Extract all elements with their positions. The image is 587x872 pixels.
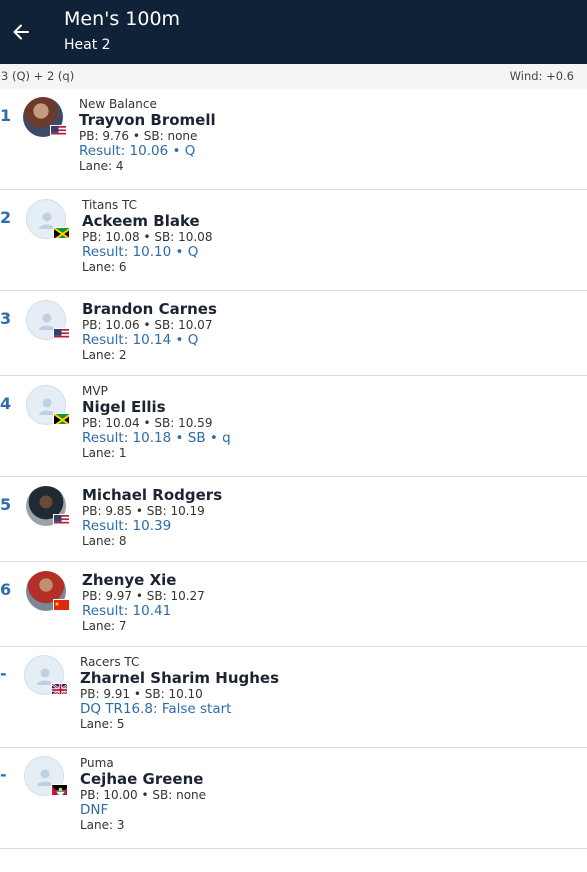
athlete-name: Zhenye Xie (82, 571, 177, 589)
results-list: 1 New Balance Trayvon Bromell PB: 9.76 •… (0, 89, 587, 849)
wind-reading: Wind: +0.6 (509, 69, 574, 83)
rank: 1 (0, 106, 12, 125)
personal-best: PB: 9.97 • SB: 10.27 (82, 589, 205, 603)
china-flag-icon (53, 599, 70, 611)
usa-flag-icon (53, 514, 70, 526)
result-text: Result: 10.10 • Q (82, 244, 199, 260)
rank: 3 (0, 309, 12, 328)
athlete-info: Zhenye Xie PB: 9.97 • SB: 10.27 Result: … (82, 571, 205, 633)
result-row[interactable]: 5 Michael Rodgers PB: 9.85 • SB: 10.19 R… (0, 477, 587, 562)
result-text: Result: 10.41 (82, 603, 172, 619)
result-text: DQ TR16.8: False start (80, 701, 232, 717)
athlete-info: New Balance Trayvon Bromell PB: 9.76 • S… (79, 97, 216, 173)
personal-best: PB: 9.76 • SB: none (79, 129, 198, 143)
athlete-name: Michael Rodgers (82, 486, 223, 504)
club-name: MVP (82, 384, 108, 398)
personal-best: PB: 10.04 • SB: 10.59 (82, 416, 213, 430)
page-subtitle: Heat 2 (64, 37, 111, 53)
athlete-name: Cejhae Greene (80, 770, 204, 788)
rank: 6 (0, 580, 12, 599)
rank: - (0, 765, 7, 784)
lane-number: Lane: 7 (82, 619, 127, 633)
result-text: Result: 10.06 • Q (79, 143, 196, 159)
rank: 5 (0, 495, 12, 514)
result-row[interactable]: 3 Brandon Carnes PB: 10.06 • SB: 10.07 R… (0, 291, 587, 376)
personal-best: PB: 10.06 • SB: 10.07 (82, 318, 213, 332)
result-text: Result: 10.14 • Q (82, 332, 199, 348)
personal-best: PB: 9.85 • SB: 10.19 (82, 504, 205, 518)
club-name: New Balance (79, 97, 157, 111)
result-row[interactable]: 2 Titans TC Ackeem Blake PB: 10.08 • SB:… (0, 190, 587, 291)
athlete-info: MVP Nigel Ellis PB: 10.04 • SB: 10.59 Re… (82, 384, 231, 460)
athlete-name: Zharnel Sharim Hughes (80, 669, 280, 687)
athlete-name: Brandon Carnes (82, 300, 217, 318)
lane-number: Lane: 2 (82, 348, 127, 362)
lane-number: Lane: 6 (82, 260, 127, 274)
personal-best: PB: 9.91 • SB: 10.10 (80, 687, 203, 701)
lane-number: Lane: 5 (80, 717, 125, 731)
result-row[interactable]: 6 Zhenye Xie PB: 9.97 • SB: 10.27 Result… (0, 562, 587, 647)
page-title: Men's 100m (64, 8, 181, 30)
club-name: Racers TC (80, 655, 140, 669)
result-text: DNF (80, 802, 109, 818)
rank: 2 (0, 208, 12, 227)
uk-flag-icon (51, 683, 68, 695)
athlete-info: Michael Rodgers PB: 9.85 • SB: 10.19 Res… (82, 486, 222, 548)
result-text: Result: 10.18 • SB • q (82, 430, 231, 446)
athlete-name: Trayvon Bromell (79, 111, 216, 129)
rank: 4 (0, 394, 12, 413)
athlete-info: Puma Cejhae Greene PB: 10.00 • SB: none … (80, 756, 206, 832)
antigua-flag-icon (51, 784, 68, 796)
qualification-rule: 3 (Q) + 2 (q) (1, 69, 75, 83)
club-name: Puma (80, 756, 114, 770)
athlete-info: Brandon Carnes PB: 10.06 • SB: 10.07 Res… (82, 300, 217, 362)
back-button[interactable] (7, 18, 35, 46)
athlete-name: Ackeem Blake (82, 212, 200, 230)
lane-number: Lane: 8 (82, 534, 127, 548)
usa-flag-icon (53, 328, 70, 340)
result-row[interactable]: 4 MVP Nigel Ellis PB: 10.04 • SB: 10.59 … (0, 376, 587, 477)
lane-number: Lane: 4 (79, 159, 124, 173)
result-row[interactable]: 1 New Balance Trayvon Bromell PB: 9.76 •… (0, 89, 587, 190)
lane-number: Lane: 3 (80, 818, 125, 832)
jamaica-flag-icon (53, 413, 70, 425)
result-row[interactable]: - Puma Cejhae Greene PB: 10.00 • SB: non… (0, 748, 587, 849)
heat-info-bar: 3 (Q) + 2 (q) Wind: +0.6 (0, 64, 587, 89)
athlete-info: Racers TC Zharnel Sharim Hughes PB: 9.91… (80, 655, 279, 731)
usa-flag-icon (50, 125, 67, 137)
athlete-info: Titans TC Ackeem Blake PB: 10.08 • SB: 1… (82, 198, 212, 274)
club-name: Titans TC (82, 198, 138, 212)
arrow-left-icon (13, 24, 29, 40)
personal-best: PB: 10.08 • SB: 10.08 (82, 230, 213, 244)
result-text: Result: 10.39 (82, 518, 172, 534)
personal-best: PB: 10.00 • SB: none (80, 788, 207, 802)
jamaica-flag-icon (53, 227, 70, 239)
app-header: Men's 100m Heat 2 (0, 0, 587, 64)
result-row[interactable]: - Racers TC Zharnel Sharim Hughes PB: 9.… (0, 647, 587, 748)
rank: - (0, 664, 7, 683)
athlete-name: Nigel Ellis (82, 398, 166, 416)
lane-number: Lane: 1 (82, 446, 127, 460)
